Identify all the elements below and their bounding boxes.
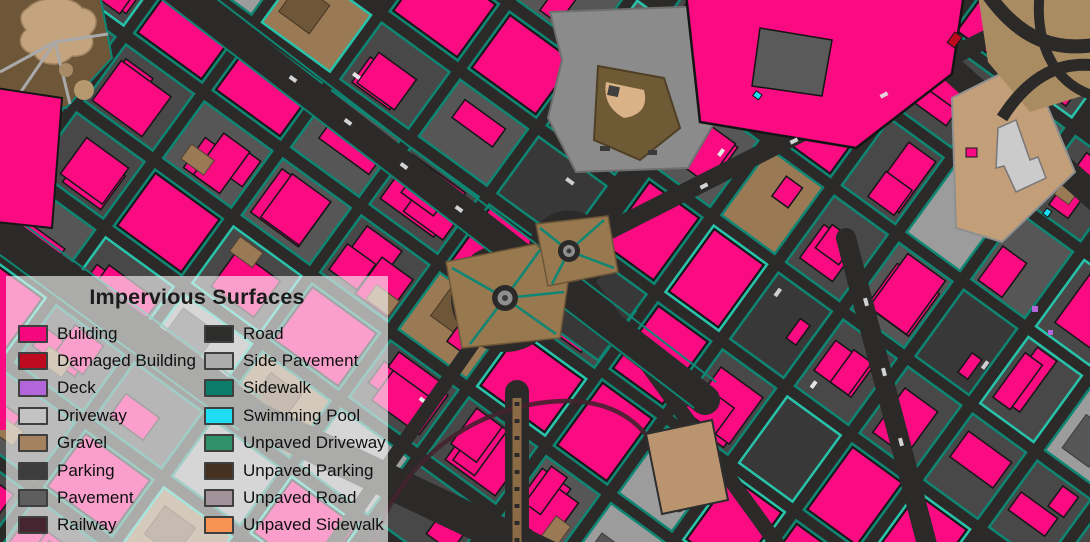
legend-swatch xyxy=(18,379,48,398)
legend-item-label: Pavement xyxy=(57,488,134,508)
legend-item-label: Damaged Building xyxy=(57,351,196,371)
legend-item-label: Road xyxy=(243,323,284,343)
legend-item: Building xyxy=(18,324,204,344)
roundabout-west-core xyxy=(502,295,508,301)
legend-item-label: Gravel xyxy=(57,433,108,453)
legend-title: Impervious Surfaces xyxy=(89,285,305,309)
roundabout-east-core xyxy=(566,248,572,254)
legend-item: Unpaved Sidewalk xyxy=(204,515,388,535)
legend-item-label: Railway xyxy=(57,515,117,535)
legend-item: Railway xyxy=(18,515,204,535)
legend-swatch xyxy=(18,516,48,535)
legend-item-label: Side Pavement xyxy=(243,351,359,371)
legend-item: Unpaved Driveway xyxy=(204,433,388,453)
legend-swatch xyxy=(204,489,234,508)
legend-swatch xyxy=(204,461,234,480)
legend-item-label: Deck xyxy=(57,378,96,398)
legend-item-label: Unpaved Driveway xyxy=(243,433,386,453)
baseball-dugout xyxy=(648,150,657,155)
deck-speck xyxy=(1032,306,1038,312)
legend-item: Driveway xyxy=(18,406,204,426)
legend-item-label: Parking xyxy=(57,460,115,480)
legend-item: Damaged Building xyxy=(18,351,204,371)
legend-item: Parking xyxy=(18,461,204,481)
legend-swatch xyxy=(18,324,48,343)
legend-item-label: Unpaved Road xyxy=(243,488,357,508)
deck-speck xyxy=(1048,330,1053,335)
gravel-block-south xyxy=(644,418,730,516)
legend-swatch xyxy=(18,406,48,425)
building-courtyard xyxy=(751,27,833,97)
legend-item: Gravel xyxy=(18,433,204,453)
legend-swatch xyxy=(204,406,234,425)
legend-swatch xyxy=(204,324,234,343)
legend-item-label: Driveway xyxy=(57,405,127,425)
legend-item: Swimming Pool xyxy=(204,406,388,426)
legend-item-label: Unpaved Parking xyxy=(243,460,374,480)
legend-item: Unpaved Road xyxy=(204,488,388,508)
small-building xyxy=(965,147,978,158)
legend-grid: Building Damaged Building Deck Driveway … xyxy=(18,320,388,539)
legend-item: Unpaved Parking xyxy=(204,461,388,481)
map-view: Impervious Surfaces Building Damaged Bui… xyxy=(0,0,1090,542)
large-building-west xyxy=(0,87,64,230)
legend-item: Road xyxy=(204,324,388,344)
legend-swatch xyxy=(204,352,234,371)
legend-swatch xyxy=(18,434,48,453)
baseball-dugout xyxy=(600,146,610,151)
park-feature xyxy=(74,80,94,100)
legend-panel: Impervious Surfaces Building Damaged Bui… xyxy=(6,276,388,542)
legend-item-label: Swimming Pool xyxy=(243,405,361,425)
legend-swatch xyxy=(204,434,234,453)
legend-swatch xyxy=(204,516,234,535)
legend-swatch xyxy=(204,379,234,398)
legend-swatch xyxy=(18,352,48,371)
legend-item-label: Unpaved Sidewalk xyxy=(243,515,384,535)
legend-item-label: Building xyxy=(57,323,118,343)
park-feature xyxy=(59,63,73,77)
legend-item: Side Pavement xyxy=(204,351,388,371)
legend-item: Deck xyxy=(18,378,204,398)
legend-swatch xyxy=(18,489,48,508)
legend-item: Sidewalk xyxy=(204,378,388,398)
legend-swatch xyxy=(18,461,48,480)
legend-item-label: Sidewalk xyxy=(243,378,312,398)
legend-item: Pavement xyxy=(18,488,204,508)
